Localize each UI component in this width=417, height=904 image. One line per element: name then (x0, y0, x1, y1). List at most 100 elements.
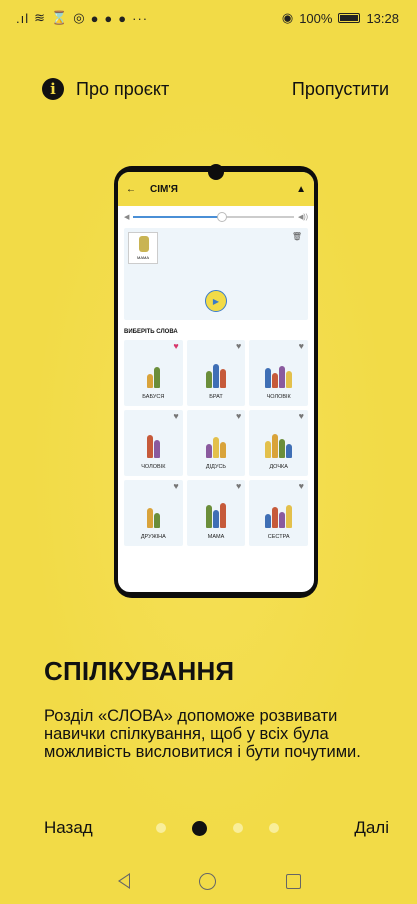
word-label: ЧОЛОВІК (141, 464, 166, 470)
phone-mockup: ← СІМ'Я ▲ ◀ ◀)) МАМА 🗑 ▶ ВИБЕРІТЬ СЛОВА … (114, 164, 318, 598)
word-card: ♥ БРАТ (186, 340, 246, 406)
heart-icon: ♥ (235, 481, 242, 491)
facebook-icon: ● (118, 10, 128, 26)
person-figure (286, 505, 293, 528)
word-card: ♥ ДІДУСЬ (186, 410, 246, 476)
person-figure (212, 437, 219, 458)
phone-screen: ← СІМ'Я ▲ ◀ ◀)) МАМА 🗑 ▶ ВИБЕРІТЬ СЛОВА … (118, 172, 314, 592)
person-figure (153, 513, 160, 528)
info-icon: i (42, 78, 64, 100)
categories-icon: ▲ (296, 183, 306, 195)
page-dot (192, 820, 207, 836)
person-figure (286, 371, 293, 388)
heart-icon: ♥ (235, 341, 242, 351)
heart-icon: ♥ (173, 411, 179, 421)
person-figure (279, 366, 286, 388)
word-label: МАМА (207, 534, 225, 540)
word-label: ДІДУСЬ (205, 464, 227, 470)
system-back-icon[interactable] (117, 873, 130, 889)
back-arrow-icon: ← (126, 183, 136, 195)
page-dot (233, 823, 243, 833)
family-illustration (205, 364, 226, 388)
person-figure (146, 374, 153, 388)
word-card: ♥ БАБУСЯ (124, 340, 183, 406)
heart-icon: ♥ (298, 481, 304, 491)
word-card: ♥ ЧОЛОВІК (249, 340, 308, 406)
heart-icon: ♥ (298, 341, 304, 351)
about-label: Про проєкт (76, 78, 170, 99)
page-indicator (156, 820, 279, 836)
clock: 13:28 (366, 10, 399, 26)
heart-icon: ♥ (173, 481, 179, 491)
person-figure (212, 364, 219, 388)
choose-words-title: ВИБЕРІТЬ СЛОВА (124, 329, 178, 335)
word-card: ♥ ДОЧКА (249, 410, 308, 476)
volume-high-icon: ◀)) (297, 214, 308, 221)
person-figure (146, 508, 153, 528)
pager-navigation: Назад Далі (44, 816, 389, 840)
person-figure (272, 373, 279, 388)
onboarding-title: СПІЛКУВАННЯ (44, 656, 235, 686)
person-figure (279, 439, 286, 458)
person-figure (265, 441, 272, 458)
more-icon: ··· (132, 10, 149, 26)
family-illustration (146, 435, 160, 458)
status-icons: .ıl ≋ ⌛ ◎ ● ● ● ··· (16, 10, 148, 26)
sentence-card-label: МАМА (137, 255, 149, 260)
sentence-card: МАМА (128, 232, 158, 264)
screen-title: СІМ'Я (150, 183, 178, 195)
word-card: ♥ ЧОЛОВІК (124, 410, 183, 476)
play-icon: ▶ (205, 290, 227, 312)
family-illustration (146, 508, 160, 528)
word-label: ДОЧКА (269, 464, 288, 470)
word-card: ♥ МАМА (186, 480, 246, 546)
system-navigation-bar (0, 864, 417, 898)
word-label: ДРУЖІНА (140, 534, 166, 540)
page-dot (156, 823, 166, 833)
word-label: ЧОЛОВІК (266, 394, 291, 400)
card-picture (139, 236, 149, 252)
person-figure (146, 435, 153, 458)
system-home-icon[interactable] (198, 872, 216, 890)
back-button[interactable]: Назад (44, 818, 93, 838)
volume-row: ◀ ◀)) (118, 206, 314, 228)
volume-fill (133, 216, 222, 218)
person-figure (286, 444, 293, 458)
about-project-button[interactable]: i Про проєкт (42, 78, 169, 100)
volume-slider (133, 212, 294, 222)
word-label: СЕСТРА (267, 534, 290, 540)
onboarding-description: Розділ «СЛОВА» допоможе розвивати навичк… (44, 707, 361, 761)
camera-notch (208, 164, 224, 180)
word-label: БРАТ (209, 394, 223, 400)
heart-icon: ♥ (173, 341, 179, 351)
person-figure (272, 434, 279, 458)
person-figure (219, 442, 226, 458)
word-label: БАБУСЯ (142, 394, 165, 400)
wifi-icon: ≋ (34, 10, 47, 25)
family-illustration (265, 434, 293, 458)
signal-icon: .ıl (16, 10, 30, 26)
person-figure (272, 507, 279, 528)
family-illustration (146, 367, 160, 388)
heart-icon: ♥ (235, 411, 242, 421)
word-card: ♥ ДРУЖІНА (124, 480, 183, 546)
person-figure (205, 505, 212, 528)
system-recents-icon[interactable] (285, 873, 301, 889)
person-figure (205, 371, 212, 388)
family-illustration (205, 437, 226, 458)
skip-button[interactable]: Пропустити (292, 79, 389, 100)
volume-low-icon: ◀ (124, 214, 130, 221)
facebook-icon: ● (104, 10, 114, 26)
person-figure (219, 369, 226, 388)
person-figure (265, 368, 272, 388)
battery-percent: 100% (299, 10, 333, 26)
family-illustration (265, 366, 293, 388)
heart-icon: ♥ (298, 411, 304, 421)
person-figure (205, 444, 212, 458)
person-figure (219, 503, 226, 528)
battery-icon (338, 13, 361, 23)
sentence-area: МАМА 🗑 ▶ (124, 228, 308, 320)
alarm-icon: ◉ (281, 10, 294, 25)
next-button[interactable]: Далі (354, 818, 389, 838)
hourglass-icon: ⌛ (51, 10, 69, 25)
